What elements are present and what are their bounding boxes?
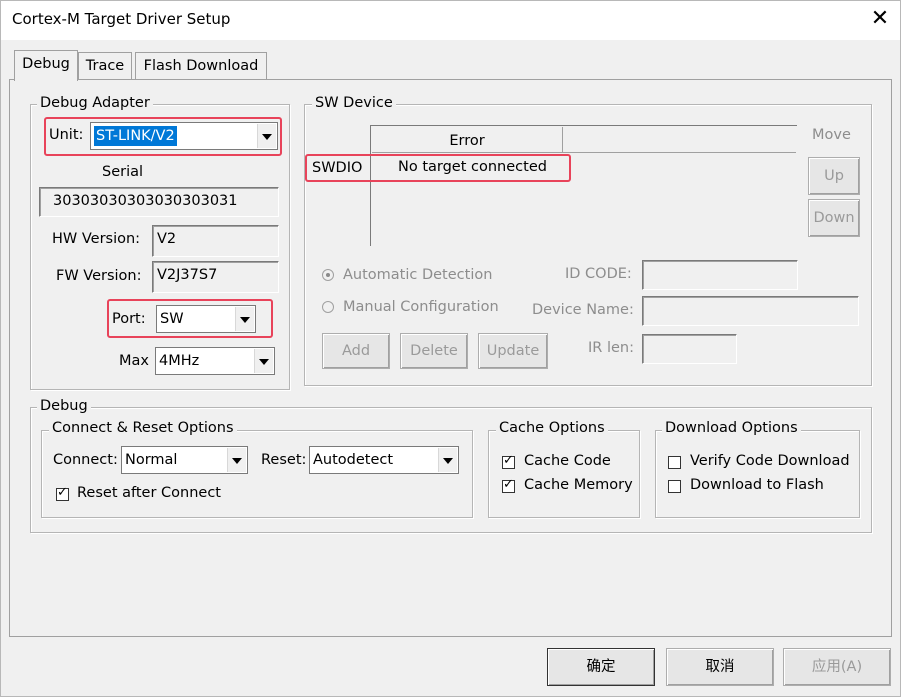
cache-code-label: Cache Code xyxy=(524,453,611,469)
add-button[interactable]: Add xyxy=(322,333,390,369)
connect-label: Connect: xyxy=(53,452,118,468)
sw-device-label: SW Device xyxy=(312,95,396,111)
close-icon[interactable]: ✕ xyxy=(868,4,892,34)
cache-options-label: Cache Options xyxy=(496,420,608,436)
ir-len-label: IR len: xyxy=(588,340,634,356)
move-label: Move xyxy=(812,127,851,143)
fw-version-field: V2J37S7 xyxy=(152,261,279,293)
apply-button[interactable]: 应用(A) xyxy=(783,648,891,686)
id-code-label: ID CODE: xyxy=(565,266,632,282)
connect-value: Normal xyxy=(125,452,178,468)
auto-detection-radio[interactable] xyxy=(322,269,334,281)
max-clock-value: 4MHz xyxy=(159,353,200,369)
port-select[interactable]: SW xyxy=(156,305,256,333)
chevron-down-icon[interactable] xyxy=(235,307,254,331)
hw-version-value: V2 xyxy=(157,231,177,247)
move-down-button[interactable]: Down xyxy=(808,199,860,237)
reset-after-connect-label: Reset after Connect xyxy=(77,485,221,501)
chevron-down-icon[interactable] xyxy=(438,448,457,472)
hw-version-field: V2 xyxy=(152,225,279,257)
serial-value: 30303030303030303031 xyxy=(53,193,238,209)
cache-options-group xyxy=(488,430,640,518)
fw-version-label: FW Version: xyxy=(56,268,142,284)
cache-code-checkbox[interactable] xyxy=(502,453,515,469)
reset-select[interactable]: Autodetect xyxy=(309,446,459,474)
delete-button[interactable]: Delete xyxy=(400,333,468,369)
port-value: SW xyxy=(160,311,184,327)
swdio-row-label: SWDIO xyxy=(312,160,363,176)
chevron-down-icon[interactable] xyxy=(257,124,276,148)
tab-debug[interactable]: Debug xyxy=(14,50,78,81)
move-up-button[interactable]: Up xyxy=(808,157,860,195)
column-header-error[interactable]: Error xyxy=(372,127,563,153)
connect-reset-group xyxy=(41,430,473,518)
download-to-flash-label: Download to Flash xyxy=(690,477,824,493)
connect-reset-label: Connect & Reset Options xyxy=(49,420,237,436)
device-name-label: Device Name: xyxy=(532,302,634,318)
swdio-row-value[interactable]: No target connected xyxy=(398,159,547,175)
serial-label: Serial xyxy=(102,164,144,180)
id-code-field[interactable] xyxy=(642,260,798,290)
ir-len-field[interactable] xyxy=(642,334,737,364)
max-clock-label: Max xyxy=(119,353,149,369)
reset-after-connect-checkbox[interactable] xyxy=(56,485,69,501)
tab-trace[interactable]: Trace xyxy=(78,52,132,79)
verify-download-checkbox[interactable] xyxy=(668,456,681,469)
cache-memory-checkbox[interactable] xyxy=(502,477,515,493)
manual-config-radio[interactable] xyxy=(322,301,334,313)
reset-label: Reset: xyxy=(261,452,307,468)
serial-field: 30303030303030303031 xyxy=(39,187,279,217)
port-label: Port: xyxy=(112,311,146,327)
download-options-label: Download Options xyxy=(662,420,801,436)
column-header-blank xyxy=(563,127,796,153)
cache-memory-label: Cache Memory xyxy=(524,477,633,493)
verify-download-label: Verify Code Download xyxy=(690,453,850,469)
max-clock-select[interactable]: 4MHz xyxy=(155,347,275,375)
window-title: Cortex-M Target Driver Setup xyxy=(12,10,231,28)
hw-version-label: HW Version: xyxy=(52,231,141,247)
chevron-down-icon[interactable] xyxy=(254,349,273,373)
fw-version-value: V2J37S7 xyxy=(157,267,218,283)
auto-detection-label: Automatic Detection xyxy=(343,267,493,283)
ok-button[interactable]: 确定 xyxy=(547,648,655,686)
unit-select[interactable]: ST-LINK/V2 xyxy=(90,122,278,150)
debug-group-label: Debug xyxy=(37,398,91,414)
tab-flash-download[interactable]: Flash Download xyxy=(135,52,267,79)
debug-adapter-label: Debug Adapter xyxy=(37,95,153,111)
download-options-group xyxy=(655,430,860,518)
manual-config-label: Manual Configuration xyxy=(343,299,499,315)
cancel-button[interactable]: 取消 xyxy=(666,648,774,686)
unit-label: Unit: xyxy=(49,127,84,143)
update-button[interactable]: Update xyxy=(478,333,548,369)
chevron-down-icon[interactable] xyxy=(227,448,246,472)
unit-value: ST-LINK/V2 xyxy=(94,126,177,146)
connect-select[interactable]: Normal xyxy=(121,446,248,474)
reset-value: Autodetect xyxy=(313,452,394,468)
download-to-flash-checkbox[interactable] xyxy=(668,480,681,493)
device-name-field[interactable] xyxy=(642,296,859,326)
